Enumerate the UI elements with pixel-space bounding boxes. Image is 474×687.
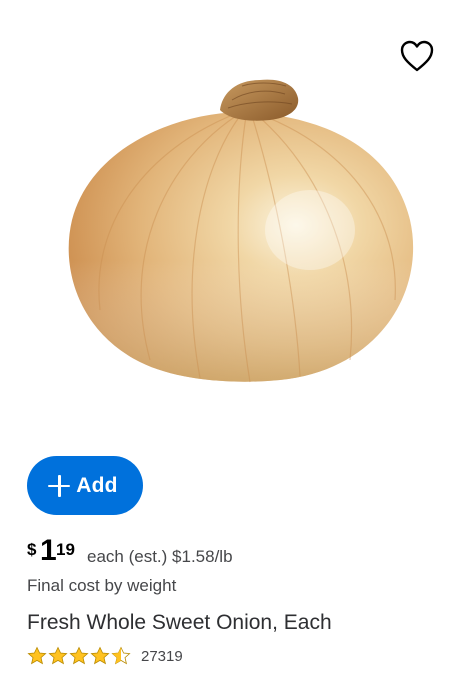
plus-icon (48, 474, 71, 497)
review-count: 27319 (141, 647, 183, 665)
star-full-icon (48, 646, 68, 665)
star-full-icon (90, 646, 110, 665)
rating-row[interactable]: 27319 (27, 646, 183, 666)
star-full-icon (69, 646, 89, 665)
star-full-icon (27, 646, 47, 665)
heart-outline-icon (400, 40, 434, 72)
product-card: Add $ 1 19 each (est.) $1.58/lb Final co… (0, 0, 474, 687)
price-dollars: 1 (40, 534, 57, 567)
product-image[interactable] (60, 70, 420, 390)
star-rating (27, 646, 131, 666)
onion-image (68, 79, 414, 383)
favorite-button[interactable] (399, 39, 435, 73)
final-cost-note: Final cost by weight (27, 576, 177, 595)
price-currency: $ (27, 540, 37, 559)
add-button-label: Add (76, 473, 118, 497)
price-cents: 19 (56, 540, 75, 559)
add-to-cart-button[interactable]: Add (27, 456, 143, 515)
product-title[interactable]: Fresh Whole Sweet Onion, Each (27, 611, 332, 635)
star-half-icon (111, 646, 131, 665)
unit-price: each (est.) $1.58/lb (87, 547, 233, 566)
price-row: $ 1 19 each (est.) $1.58/lb (27, 536, 447, 570)
